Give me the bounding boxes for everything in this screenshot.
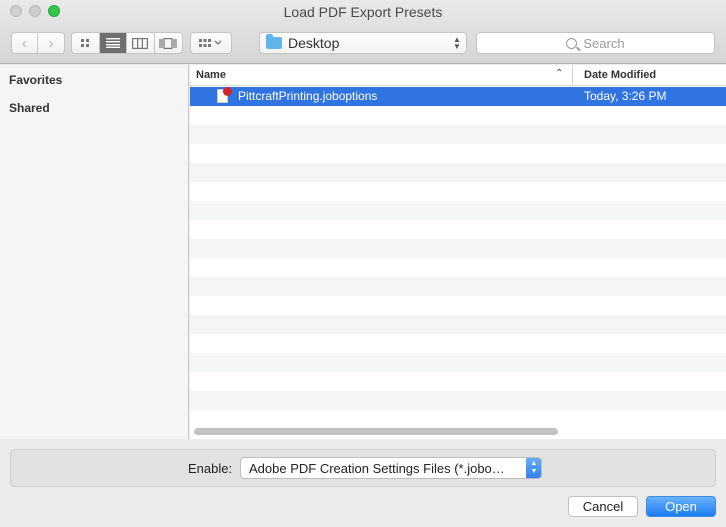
cancel-button[interactable]: Cancel bbox=[568, 496, 638, 517]
file-dialog-window: Load PDF Export Presets ‹ › Desktop ▲ ▼ … bbox=[0, 0, 726, 527]
list-view-icon bbox=[105, 38, 120, 48]
column-header-date-modified[interactable]: Date Modified bbox=[584, 69, 656, 81]
column-header-name[interactable]: Name bbox=[196, 69, 226, 81]
sidebar: Favorites Shared bbox=[0, 65, 189, 439]
empty-row bbox=[190, 220, 726, 239]
back-button[interactable]: ‹ bbox=[12, 33, 38, 53]
file-format-value: Adobe PDF Creation Settings Files (*.job… bbox=[249, 461, 505, 476]
empty-row bbox=[190, 334, 726, 353]
file-name: PittcraftPrinting.joboptions bbox=[238, 89, 378, 103]
chevron-up-down-icon: ▲ ▼ bbox=[453, 35, 461, 51]
empty-row bbox=[190, 106, 726, 125]
sidebar-heading-shared[interactable]: Shared bbox=[9, 101, 50, 115]
folder-icon bbox=[266, 34, 282, 49]
chevron-left-icon: ‹ bbox=[22, 34, 27, 52]
search-placeholder: Search bbox=[583, 35, 625, 51]
empty-row bbox=[190, 144, 726, 163]
icon-view-button[interactable] bbox=[72, 33, 100, 53]
column-view-icon bbox=[132, 37, 149, 49]
coverflow-view-button[interactable] bbox=[155, 33, 182, 53]
empty-row bbox=[190, 125, 726, 144]
empty-row bbox=[190, 391, 726, 410]
file-rows: PittcraftPrinting.joboptions Today, 3:26… bbox=[190, 87, 726, 429]
list-view-button[interactable] bbox=[99, 33, 127, 53]
file-format-select[interactable]: Adobe PDF Creation Settings Files (*.job… bbox=[240, 457, 542, 479]
empty-row bbox=[190, 163, 726, 182]
empty-row bbox=[190, 372, 726, 391]
arrange-menu[interactable] bbox=[191, 33, 231, 53]
chevron-right-icon: › bbox=[48, 34, 54, 52]
empty-row bbox=[190, 182, 726, 201]
horizontal-scrollbar[interactable] bbox=[194, 428, 558, 435]
location-label: Desktop bbox=[288, 35, 340, 51]
sidebar-heading-favorites[interactable]: Favorites bbox=[9, 73, 62, 87]
empty-row bbox=[190, 277, 726, 296]
search-icon bbox=[566, 37, 578, 49]
empty-row bbox=[190, 239, 726, 258]
file-list: Name ⌃ Date Modified PittcraftPrinting.j… bbox=[190, 65, 726, 439]
empty-row bbox=[190, 353, 726, 372]
sort-ascending-icon: ⌃ bbox=[555, 68, 564, 79]
empty-row bbox=[190, 296, 726, 315]
file-date-modified: Today, 3:26 PM bbox=[584, 89, 667, 103]
navigation-buttons: ‹ › bbox=[11, 32, 65, 54]
joboptions-file-icon bbox=[217, 87, 232, 103]
enable-label: Enable: bbox=[188, 461, 233, 476]
open-button[interactable]: Open bbox=[646, 496, 716, 517]
arrange-button[interactable] bbox=[190, 32, 232, 54]
file-list-header: Name ⌃ Date Modified bbox=[190, 65, 726, 86]
icon-view-icon bbox=[81, 39, 90, 47]
window-title: Load PDF Export Presets bbox=[283, 4, 443, 20]
column-view-button[interactable] bbox=[127, 33, 155, 53]
column-divider[interactable] bbox=[572, 65, 573, 86]
format-accessory-panel: Enable: Adobe PDF Creation Settings File… bbox=[10, 449, 716, 487]
coverflow-view-icon bbox=[159, 37, 177, 49]
empty-row bbox=[190, 201, 726, 220]
table-row[interactable]: PittcraftPrinting.joboptions Today, 3:26… bbox=[190, 87, 726, 106]
view-mode-buttons bbox=[71, 32, 183, 54]
chevron-up-down-icon: ▲ ▼ bbox=[526, 458, 541, 478]
toolbar: Load PDF Export Presets ‹ › Desktop ▲ ▼ … bbox=[0, 0, 726, 64]
arrange-icon bbox=[199, 39, 222, 47]
search-field[interactable]: Search bbox=[476, 32, 715, 54]
empty-row bbox=[190, 315, 726, 334]
empty-row bbox=[190, 258, 726, 277]
forward-button[interactable]: › bbox=[38, 33, 64, 53]
location-popup[interactable]: Desktop ▲ ▼ bbox=[259, 32, 467, 54]
empty-row bbox=[190, 410, 726, 429]
